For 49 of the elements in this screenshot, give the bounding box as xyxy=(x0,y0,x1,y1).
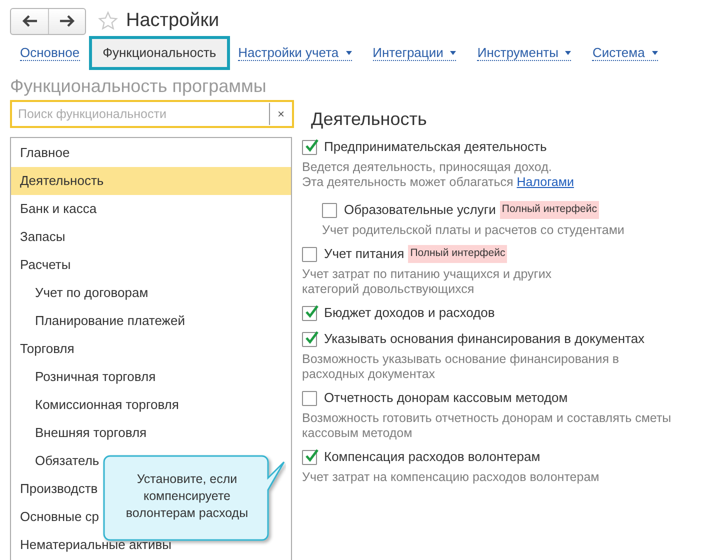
option-label: Бюджет доходов и расходов xyxy=(324,304,495,322)
window-title: Настройки xyxy=(126,8,220,33)
checkbox[interactable] xyxy=(302,390,317,406)
option-label: Образовательные услуги xyxy=(344,201,496,220)
sidebar-item[interactable]: Внешняя торговля xyxy=(11,419,291,447)
sidebar-item[interactable]: Планирование платежей xyxy=(11,307,291,335)
option-label: Компенсация расходов волонтерам xyxy=(324,448,540,466)
left-arrow-icon xyxy=(22,15,38,27)
panel-title: Деятельность xyxy=(310,108,428,131)
sidebar-item[interactable]: Комиссионная торговля xyxy=(11,391,291,419)
option-label: Предпринимательская деятельность xyxy=(324,138,547,156)
checkbox[interactable] xyxy=(302,332,317,346)
sidebar-item[interactable]: Главное xyxy=(11,139,291,167)
tab[interactable]: Интеграции xyxy=(372,45,456,61)
checkbox[interactable] xyxy=(302,450,317,464)
tab[interactable]: Инструменты xyxy=(477,45,572,61)
option-description: Возможность готовить отчетность донорам и составлять сметы кассовым методом xyxy=(302,411,672,441)
option-description: Учет затрат по питанию учащихся и других категорий довольствующихся xyxy=(302,267,553,297)
sidebar-item[interactable]: Деятельность xyxy=(11,167,291,195)
clear-button[interactable]: × xyxy=(270,105,292,123)
star-icon[interactable] xyxy=(98,11,118,31)
tab[interactable]: Настройки учета xyxy=(238,45,352,61)
taxes-link[interactable]: Налогами xyxy=(516,175,574,189)
option-description: Возможность указывать основание финансирования в расходных документах xyxy=(302,352,620,382)
sidebar-item[interactable]: Расчеты xyxy=(11,251,291,279)
search-field[interactable]: Поиск функциональности × xyxy=(10,100,294,128)
tooltip-text: Установите, если компенсируете волонтерам расходы xyxy=(124,471,250,522)
checkbox[interactable] xyxy=(302,140,317,154)
option-label: Указывать основания финансирования в документах xyxy=(324,330,645,348)
option-description: Учет родительской платы и расчетов со студентами xyxy=(322,223,626,238)
interface-tag: Полный интерфейс xyxy=(500,201,599,219)
checkbox[interactable] xyxy=(302,306,317,320)
interface-tag: Полный интерфейс xyxy=(408,245,508,263)
option-label: Отчетность донорам кассовым методом xyxy=(324,389,568,408)
sidebar-item[interactable]: Розничная торговля xyxy=(11,363,291,391)
option-description: Ведется деятельность, приносящая доход. Эта деятельность может облагаться Налогами xyxy=(302,160,575,190)
tab[interactable]: Система xyxy=(592,45,658,61)
option-label: Учет питания xyxy=(324,245,404,264)
sidebar-item[interactable]: Запасы xyxy=(11,223,291,251)
tab[interactable]: Функциональность xyxy=(88,36,230,70)
section-title: Функциональность программы xyxy=(9,75,268,98)
checkbox[interactable] xyxy=(322,202,337,218)
sidebar-item[interactable]: Банк и касса xyxy=(11,195,291,223)
tab[interactable]: Основное xyxy=(20,45,80,61)
right-arrow-icon xyxy=(59,15,75,27)
checkbox[interactable] xyxy=(302,246,317,262)
sidebar-item[interactable]: Торговля xyxy=(11,335,291,363)
option-description: Учет затрат на компенсацию расходов волонтерам xyxy=(302,470,600,485)
sidebar-item[interactable]: Учет по договорам xyxy=(11,279,291,307)
